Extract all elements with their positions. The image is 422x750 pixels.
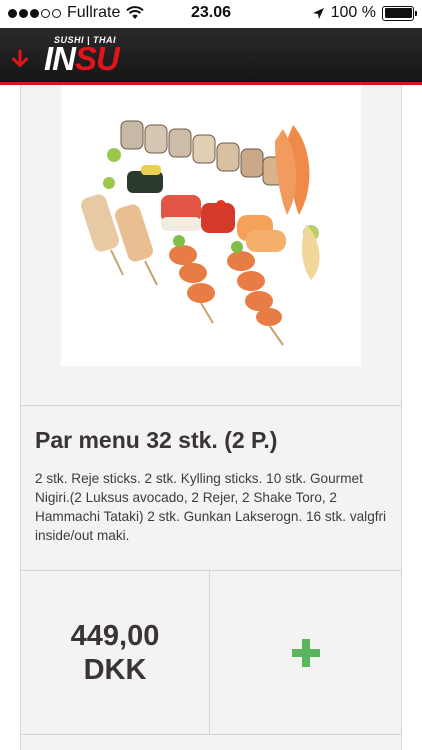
plus-icon — [292, 638, 320, 667]
battery-icon — [382, 5, 417, 21]
insu-logo[interactable]: SUSHI | THAI INSU — [44, 35, 154, 77]
logo-wordmark: INSU — [44, 40, 120, 77]
price-amount: 449,00 — [70, 619, 160, 652]
arrow-down-icon[interactable] — [9, 48, 31, 70]
status-bar: Fullrate 23.06 100 % — [0, 0, 422, 28]
product-price: 449,00 DKK — [71, 619, 160, 687]
app-header: SUSHI | THAI INSU — [0, 28, 422, 85]
price-currency: DKK — [83, 653, 147, 686]
product-title: Par menu 32 stk. (2 P.) — [35, 427, 278, 453]
product-image-area — [21, 85, 401, 405]
divider — [21, 734, 401, 735]
product-card: Par menu 32 stk. (2 P.) 2 stk. Reje stic… — [20, 85, 402, 750]
divider — [21, 405, 401, 406]
add-to-cart-button[interactable] — [211, 571, 401, 734]
price-action-row: 449,00 DKK — [21, 571, 401, 734]
price-cell: 449,00 DKK — [21, 571, 210, 734]
battery-percentage: 100 % — [330, 4, 376, 21]
product-description: 2 stk. Reje sticks. 2 stk. Kylling stick… — [35, 471, 387, 543]
location-arrow-icon — [312, 7, 324, 19]
status-right: 100 % — [312, 4, 417, 22]
sushi-platter-image — [61, 85, 361, 366]
